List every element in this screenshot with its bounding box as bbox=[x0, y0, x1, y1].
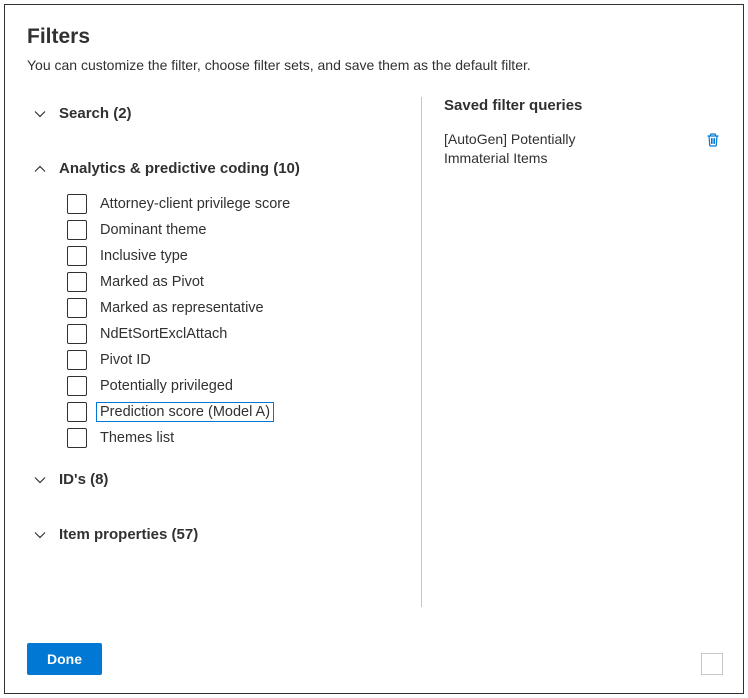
section-analytics-label: Analytics & predictive coding (10) bbox=[59, 160, 300, 177]
trash-icon[interactable] bbox=[705, 130, 721, 151]
filter-option-label: Themes list bbox=[97, 429, 177, 447]
checkbox[interactable] bbox=[67, 298, 87, 318]
section-ids[interactable]: ID's (8) bbox=[27, 463, 405, 496]
section-item-properties-label: Item properties (57) bbox=[59, 526, 198, 543]
filter-option[interactable]: Themes list bbox=[67, 425, 405, 451]
columns: Search (2) Analytics & predictive coding… bbox=[27, 97, 721, 607]
filter-option-label: Marked as representative bbox=[97, 299, 267, 317]
filter-sections-column: Search (2) Analytics & predictive coding… bbox=[27, 97, 421, 607]
saved-queries-title: Saved filter queries bbox=[444, 97, 721, 114]
checkbox[interactable] bbox=[67, 272, 87, 292]
chevron-down-icon bbox=[33, 473, 47, 487]
filter-option-label: Dominant theme bbox=[97, 221, 209, 239]
filter-option[interactable]: Inclusive type bbox=[67, 243, 405, 269]
checkbox[interactable] bbox=[67, 402, 87, 422]
filter-option-label: Pivot ID bbox=[97, 351, 154, 369]
chevron-up-icon bbox=[33, 162, 47, 176]
filter-option-label: Marked as Pivot bbox=[97, 273, 207, 291]
checkbox[interactable] bbox=[67, 246, 87, 266]
section-search[interactable]: Search (2) bbox=[27, 97, 405, 130]
section-analytics[interactable]: Analytics & predictive coding (10) bbox=[27, 152, 405, 185]
filter-option-label: NdEtSortExclAttach bbox=[97, 325, 230, 343]
checkbox[interactable] bbox=[67, 194, 87, 214]
section-search-label: Search (2) bbox=[59, 105, 132, 122]
panel-subtitle: You can customize the filter, choose fil… bbox=[27, 57, 721, 73]
panel-footer: Done bbox=[27, 643, 723, 675]
filters-panel: Filters You can customize the filter, ch… bbox=[4, 4, 744, 694]
saved-queries-column: Saved filter queries [AutoGen] Potential… bbox=[422, 97, 721, 607]
chevron-down-icon bbox=[33, 528, 47, 542]
checkbox[interactable] bbox=[67, 324, 87, 344]
filter-option[interactable]: NdEtSortExclAttach bbox=[67, 321, 405, 347]
saved-query-item[interactable]: [AutoGen] Potentially Immaterial Items bbox=[444, 130, 721, 168]
checkbox[interactable] bbox=[67, 220, 87, 240]
checkbox[interactable] bbox=[67, 350, 87, 370]
saved-query-label: [AutoGen] Potentially Immaterial Items bbox=[444, 130, 624, 168]
filter-option-label: Potentially privileged bbox=[97, 377, 236, 395]
filter-option[interactable]: Potentially privileged bbox=[67, 373, 405, 399]
filter-option[interactable]: Marked as Pivot bbox=[67, 269, 405, 295]
done-button[interactable]: Done bbox=[27, 643, 102, 675]
section-item-properties[interactable]: Item properties (57) bbox=[27, 518, 405, 551]
filter-option[interactable]: Attorney-client privilege score bbox=[67, 191, 405, 217]
section-ids-label: ID's (8) bbox=[59, 471, 108, 488]
chevron-down-icon bbox=[33, 107, 47, 121]
checkbox[interactable] bbox=[67, 376, 87, 396]
filter-option[interactable]: Dominant theme bbox=[67, 217, 405, 243]
filter-option-label: Inclusive type bbox=[97, 247, 191, 265]
filter-option[interactable]: Prediction score (Model A) bbox=[67, 399, 405, 425]
checkbox[interactable] bbox=[67, 428, 87, 448]
filter-option[interactable]: Marked as representative bbox=[67, 295, 405, 321]
filter-option-label: Prediction score (Model A) bbox=[97, 403, 273, 421]
filter-option-label: Attorney-client privilege score bbox=[97, 195, 293, 213]
filter-option[interactable]: Pivot ID bbox=[67, 347, 405, 373]
resize-handle[interactable] bbox=[701, 653, 723, 675]
panel-title: Filters bbox=[27, 25, 721, 49]
analytics-options-list: Attorney-client privilege score Dominant… bbox=[27, 185, 405, 463]
